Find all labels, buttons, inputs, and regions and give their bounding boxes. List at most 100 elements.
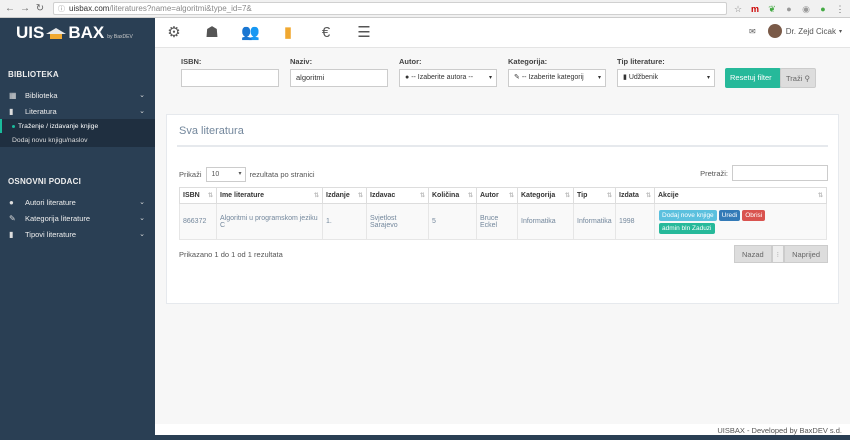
lend-button[interactable]: admin bln Zaduzi (659, 222, 715, 234)
user-name: Dr. Zejd Cicak (785, 26, 836, 36)
chevron-down-icon: ⌄ (139, 215, 145, 222)
sidebar-subitem-label: Dodaj novu knjigu/naslov (12, 136, 88, 144)
extension-green-icon[interactable]: ● (817, 3, 829, 15)
pagination-separator: ⁝ (771, 245, 785, 263)
extension-m-icon[interactable]: m (749, 3, 761, 15)
logo[interactable]: UIS BAX by BaxDEV (0, 18, 155, 48)
document-icon[interactable]: ☰ (355, 24, 373, 42)
next-page-button[interactable]: Naprijed (784, 245, 828, 263)
sidebar-item-label: Kategorija literature (25, 213, 91, 223)
col-label: Ime literature (220, 192, 264, 199)
results-info: Prikazano 1 do 1 od 1 rezultata (179, 250, 283, 259)
browser-toolbar: ← → ↻ ⓘ uisbax.com/literatures?name=algo… (0, 0, 850, 18)
sidebar-item-label: Biblioteka (25, 90, 58, 100)
sidebar-section-biblioteka: BIBLIOTEKA (8, 70, 59, 79)
kategorija-label: Kategorija: (508, 57, 548, 66)
settings-cogs-icon[interactable]: ⚙ (165, 24, 183, 42)
col-label: Izdanje (326, 192, 350, 199)
sort-icon: ⇅ (357, 193, 363, 199)
sort-icon: ⇅ (606, 193, 612, 199)
col-label: ISBN (183, 192, 200, 199)
col-isbn[interactable]: ISBN ⇅ (179, 187, 217, 204)
sidebar-item-literatura[interactable]: ▮ Literatura ⌄ (0, 103, 155, 119)
tip-select[interactable]: ▮ Udžbenik ▾ (617, 69, 715, 87)
col-autor[interactable]: Autor ⇅ (476, 187, 518, 204)
add-copies-button[interactable]: Dodaj nove knjige (659, 209, 717, 221)
extension-circle-icon[interactable]: ● (783, 3, 795, 15)
edit-button[interactable]: Uredi (718, 209, 741, 221)
isbn-label: ISBN: (181, 57, 202, 66)
reload-icon[interactable]: ↻ (34, 3, 46, 15)
app: UIS BAX by BaxDEV ⚙ ☗ 👥 ▮ € ☰ ✉ Dr. Zejd… (0, 18, 850, 440)
col-tip[interactable]: Tip ⇅ (573, 187, 616, 204)
sidebar-item-biblioteka[interactable]: ▦ Biblioteka ⌄ (0, 87, 155, 103)
autor-select[interactable]: ● -- Izaberite autora -- ▾ (399, 69, 497, 87)
col-label: Autor (480, 192, 499, 199)
menu-icon[interactable]: ⋮ (834, 3, 846, 15)
address-bar[interactable]: ⓘ uisbax.com/literatures?name=algoritmi&… (53, 2, 727, 15)
col-izdata[interactable]: Izdata ⇅ (615, 187, 655, 204)
col-kolicina[interactable]: Količina ⇅ (428, 187, 477, 204)
search-button[interactable]: Traži ⚲ (780, 68, 816, 88)
show-suffix: rezultata po stranici (249, 170, 315, 179)
sidebar-subitem-dodaj[interactable]: Dodaj novu knjigu/naslov (0, 133, 155, 147)
isbn-input[interactable] (181, 69, 279, 87)
table-search-input[interactable] (732, 165, 828, 181)
prev-page-button[interactable]: Nazad (733, 245, 772, 263)
col-akcije[interactable]: Akcije ⇅ (654, 187, 827, 204)
cell-actions: Dodaj nove knjige Uredi Obrisi admin bln Z… (654, 203, 827, 240)
naziv-label: Naziv: (290, 57, 313, 66)
bottom-strip (0, 435, 850, 440)
footer-text: UISBAX - Developed by BaxDEV s.d. (717, 426, 842, 435)
delete-button[interactable]: Obrisi (742, 209, 766, 221)
extension-addon-icon[interactable]: ◉ (800, 3, 812, 15)
tip-select-value: Udžbenik (628, 74, 658, 81)
sidebar-item-autori[interactable]: ● Autori literature ⌄ (0, 194, 155, 210)
chevron-down-icon: ⌄ (139, 199, 145, 206)
sidebar-item-tipovi[interactable]: ▮ Tipovi literature ⌄ (0, 226, 155, 242)
col-izdanje[interactable]: Izdanje ⇅ (322, 187, 367, 204)
kategorija-select[interactable]: ✎ -- Izaberite kategorij ▾ (508, 69, 606, 87)
active-dot-icon (12, 124, 15, 128)
star-icon[interactable]: ☆ (732, 3, 744, 15)
graduation-cap-icon (45, 26, 67, 40)
caret-down-icon: ▾ (238, 171, 242, 177)
chevron-down-icon: ▾ (838, 28, 842, 35)
users-icon[interactable]: 👥 (241, 24, 260, 42)
caret-down-icon: ▾ (488, 75, 492, 81)
sitemap-icon[interactable]: ☗ (203, 24, 221, 42)
autor-select-value: -- Izaberite autora -- (411, 74, 474, 81)
col-label: Izdata (619, 192, 639, 199)
mail-icon[interactable]: ✉ (749, 27, 756, 36)
avatar (767, 24, 782, 38)
pencil-icon: ✎ (9, 213, 16, 223)
chevron-down-icon: ⌄ (139, 92, 145, 99)
show-prefix: Prikaži (179, 170, 202, 179)
col-label: Akcije (658, 192, 679, 199)
sidebar: BIBLIOTEKA ▦ Biblioteka ⌄ ▮ Literatura ⌄… (0, 48, 155, 440)
page-size-select[interactable]: 10 ▾ (205, 167, 246, 182)
user-menu[interactable]: ✉ Dr. Zejd Cicak ▾ (749, 24, 842, 38)
caret-down-icon: ▾ (706, 75, 710, 81)
forward-icon[interactable]: → (19, 3, 31, 15)
table-header-row: ISBN ⇅ Ime literature ⇅ Izdanje ⇅ Izdavac ⇅ … (179, 187, 827, 204)
euro-icon[interactable]: € (317, 24, 335, 42)
cell-kategorija: Informatika (517, 203, 574, 240)
col-name[interactable]: Ime literature ⇅ (216, 187, 323, 204)
info-icon: ⓘ (58, 5, 65, 13)
book-icon[interactable]: ▮ (279, 24, 297, 42)
sidebar-subitem-trazenje[interactable]: Traženje / izdavanje knjige (0, 119, 155, 133)
col-izdavac[interactable]: Izdavac ⇅ (366, 187, 429, 204)
user-icon: ● (9, 197, 14, 207)
back-icon[interactable]: ← (4, 3, 16, 15)
sort-asc-icon: ⇅ (207, 193, 213, 199)
url-host: uisbax.com (69, 4, 110, 13)
col-kategorija[interactable]: Kategorija ⇅ (517, 187, 574, 204)
naziv-input[interactable]: algoritmi (290, 69, 388, 87)
sidebar-section-osnovni: OSNOVNI PODACI (8, 177, 82, 186)
extension-leaf-icon[interactable]: ❦ (766, 3, 778, 15)
literature-panel: Sva literatura Prikaži 10 ▾ rezultata po… (166, 114, 839, 304)
cell-isbn: 866372 (179, 203, 217, 240)
reset-filter-button[interactable]: Resetuj filter Z (725, 68, 781, 88)
sidebar-item-kategorija[interactable]: ✎ Kategorija literature ⌄ (0, 210, 155, 226)
